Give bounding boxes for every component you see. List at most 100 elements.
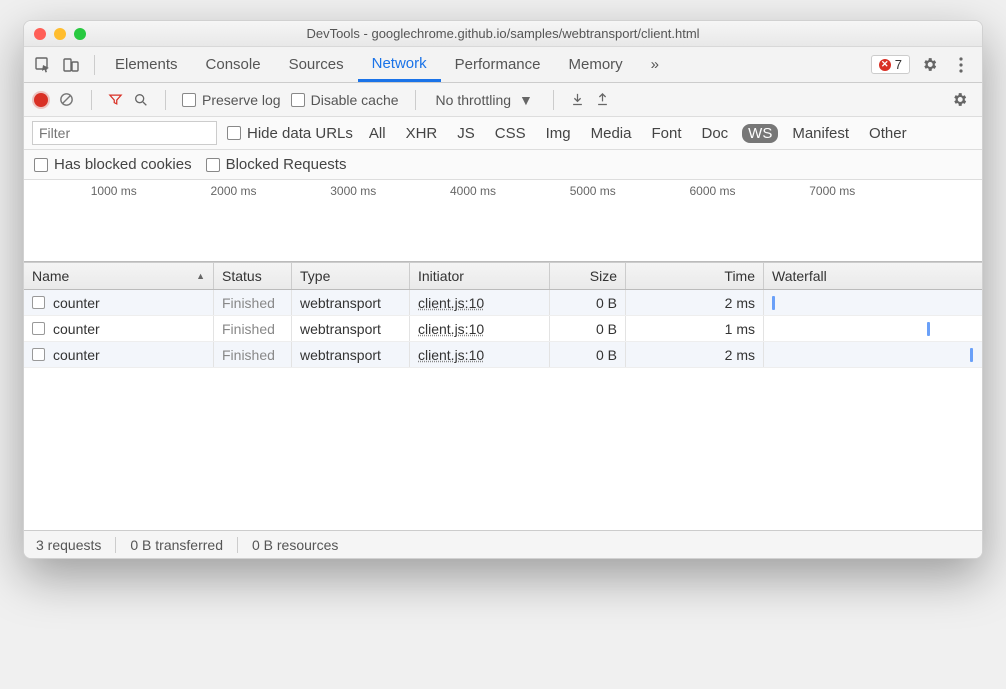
timeline-tick: 2000 ms <box>144 180 264 202</box>
sort-asc-icon: ▲ <box>196 271 205 281</box>
filter-type-font[interactable]: Font <box>645 124 687 143</box>
filter-type-doc[interactable]: Doc <box>695 124 734 143</box>
waterfall-cell <box>764 290 982 315</box>
blocked-cookies-checkbox[interactable]: Has blocked cookies <box>34 156 192 173</box>
window-title: DevTools - googlechrome.github.io/sample… <box>24 26 982 41</box>
resource-icon <box>32 296 45 309</box>
window-close-icon[interactable] <box>34 28 46 40</box>
preserve-log-checkbox[interactable]: Preserve log <box>182 92 281 108</box>
separator <box>553 90 554 110</box>
request-size: 0 B <box>550 316 626 341</box>
table-row[interactable]: counterFinishedwebtransportclient.js:100… <box>24 290 982 316</box>
tab-memory[interactable]: Memory <box>555 47 637 82</box>
request-time: 1 ms <box>626 316 764 341</box>
separator <box>165 90 166 110</box>
request-name: counter <box>53 295 100 311</box>
clear-icon[interactable] <box>58 91 75 108</box>
search-icon[interactable] <box>133 92 149 108</box>
error-icon: ✕ <box>879 59 891 71</box>
request-type: webtransport <box>292 316 410 341</box>
chevron-down-icon: ▼ <box>519 92 533 108</box>
network-toolbar: Preserve log Disable cache No throttling… <box>24 83 982 117</box>
filter-bar: Hide data URLs All XHR JS CSS Img Media Font Do… <box>24 117 982 150</box>
tab-console[interactable]: Console <box>192 47 275 82</box>
filter-type-media[interactable]: Media <box>585 124 638 143</box>
resource-icon <box>32 322 45 335</box>
request-status: Finished <box>214 342 292 367</box>
filter-bar-secondary: Has blocked cookies Blocked Requests <box>24 150 982 180</box>
request-time: 2 ms <box>626 290 764 315</box>
filter-toggle-icon[interactable] <box>108 92 123 107</box>
window-maximize-icon[interactable] <box>74 28 86 40</box>
filter-type-css[interactable]: CSS <box>489 124 532 143</box>
status-bar: 3 requests 0 B transferred 0 B resources <box>24 530 982 558</box>
tab-sources[interactable]: Sources <box>275 47 358 82</box>
export-har-icon[interactable] <box>595 92 610 107</box>
overview-timeline[interactable]: 1000 ms2000 ms3000 ms4000 ms5000 ms6000 … <box>24 180 982 262</box>
hide-data-urls-checkbox[interactable]: Hide data URLs <box>227 125 353 142</box>
disable-cache-checkbox[interactable]: Disable cache <box>291 92 399 108</box>
filter-type-xhr[interactable]: XHR <box>400 124 444 143</box>
filter-type-js[interactable]: JS <box>451 124 481 143</box>
chevron-double-right-icon: » <box>651 56 659 73</box>
timeline-tick: 5000 ms <box>503 180 623 202</box>
blocked-cookies-label: Has blocked cookies <box>54 156 192 173</box>
request-initiator-link[interactable]: client.js:10 <box>418 347 484 363</box>
table-row[interactable]: counterFinishedwebtransportclient.js:100… <box>24 342 982 368</box>
more-tabs-button[interactable]: » <box>637 47 673 82</box>
col-header-time[interactable]: Time <box>626 263 764 289</box>
error-count-value: 7 <box>895 57 902 72</box>
resource-icon <box>32 348 45 361</box>
blocked-requests-label: Blocked Requests <box>226 156 347 173</box>
device-toolbar-icon[interactable] <box>60 54 82 76</box>
throttling-value: No throttling <box>436 92 511 108</box>
titlebar: DevTools - googlechrome.github.io/sample… <box>24 21 982 47</box>
tab-performance[interactable]: Performance <box>441 47 555 82</box>
separator <box>94 55 95 75</box>
panel-tabbar: ElementsConsoleSourcesNetworkPerformance… <box>24 47 982 83</box>
filter-type-img[interactable]: Img <box>540 124 577 143</box>
import-har-icon[interactable] <box>570 92 585 107</box>
col-header-waterfall[interactable]: Waterfall <box>764 263 982 289</box>
devtools-window: DevTools - googlechrome.github.io/sample… <box>23 20 983 559</box>
traffic-lights <box>34 28 86 40</box>
col-header-name[interactable]: Name▲ <box>24 263 214 289</box>
separator <box>91 90 92 110</box>
col-header-status[interactable]: Status <box>214 263 292 289</box>
status-resources: 0 B resources <box>252 537 338 553</box>
hide-data-urls-label: Hide data URLs <box>247 125 353 142</box>
error-count-badge[interactable]: ✕ 7 <box>871 55 910 74</box>
col-header-initiator[interactable]: Initiator <box>410 263 550 289</box>
filter-input[interactable] <box>32 121 217 145</box>
timeline-tick: 6000 ms <box>623 180 743 202</box>
separator <box>415 90 416 110</box>
network-settings-icon[interactable] <box>946 87 972 113</box>
waterfall-cell <box>764 316 982 341</box>
throttling-select[interactable]: No throttling ▼ <box>432 92 537 108</box>
request-name: counter <box>53 347 100 363</box>
separator <box>237 537 238 553</box>
filter-type-manifest[interactable]: Manifest <box>786 124 855 143</box>
record-button-icon[interactable] <box>34 93 48 107</box>
filter-type-ws[interactable]: WS <box>742 124 778 143</box>
more-menu-icon[interactable] <box>948 52 974 78</box>
tab-network[interactable]: Network <box>358 47 441 82</box>
col-header-type[interactable]: Type <box>292 263 410 289</box>
disable-cache-label: Disable cache <box>311 92 399 108</box>
inspect-element-icon[interactable] <box>32 54 54 76</box>
waterfall-cell <box>764 342 982 367</box>
filter-type-other[interactable]: Other <box>863 124 913 143</box>
filter-type-all[interactable]: All <box>363 124 392 143</box>
col-header-size[interactable]: Size <box>550 263 626 289</box>
request-type: webtransport <box>292 342 410 367</box>
blocked-requests-checkbox[interactable]: Blocked Requests <box>206 156 347 173</box>
window-minimize-icon[interactable] <box>54 28 66 40</box>
settings-icon[interactable] <box>916 52 942 78</box>
timeline-tick: 7000 ms <box>743 180 863 202</box>
request-initiator-link[interactable]: client.js:10 <box>418 295 484 311</box>
request-name: counter <box>53 321 100 337</box>
table-row[interactable]: counterFinishedwebtransportclient.js:100… <box>24 316 982 342</box>
request-initiator-link[interactable]: client.js:10 <box>418 321 484 337</box>
tab-elements[interactable]: Elements <box>101 47 192 82</box>
grid-header-row: Name▲ Status Type Initiator Size Time Wa… <box>24 262 982 290</box>
